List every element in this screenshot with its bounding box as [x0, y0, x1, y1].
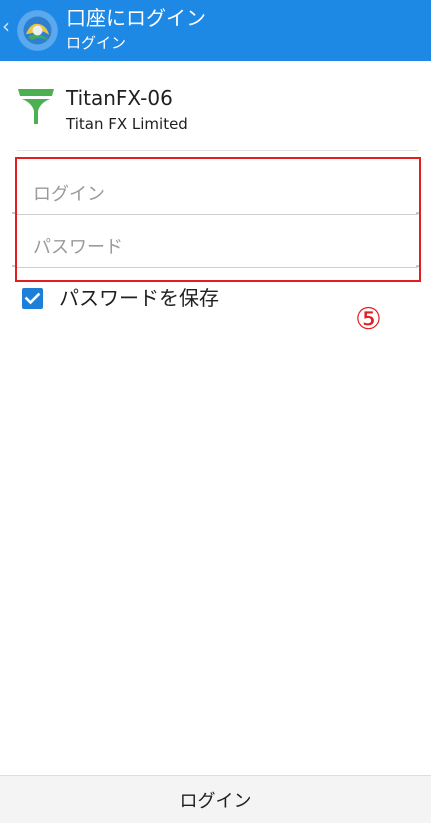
save-password-checkbox[interactable]: [22, 288, 43, 309]
titanfx-logo-icon: [17, 87, 55, 125]
step-number-annotation: ⑤: [355, 302, 382, 337]
login-input[interactable]: [17, 175, 418, 215]
page-title: 口座にログイン: [66, 6, 206, 30]
divider: [17, 150, 418, 151]
page-subtitle: ログイン: [66, 34, 127, 52]
metatrader-app-icon[interactable]: [17, 10, 58, 51]
company-name: Titan FX Limited: [66, 115, 188, 133]
field-edge-mark: [12, 212, 15, 214]
check-icon: [24, 292, 41, 305]
save-password-label[interactable]: パスワードを保存: [59, 285, 219, 311]
app-bar: ‹ 口座にログイン ログイン: [0, 0, 431, 61]
field-edge-mark: [416, 212, 419, 214]
field-edge-mark: [416, 265, 419, 267]
back-chevron-icon[interactable]: ‹: [2, 16, 10, 36]
field-edge-mark: [12, 265, 15, 267]
password-input[interactable]: [17, 228, 418, 268]
login-screen: ‹ 口座にログイン ログイン TitanFX-06 Titan FX Limit…: [0, 0, 431, 823]
server-name: TitanFX-06: [66, 86, 173, 110]
login-button[interactable]: ログイン: [0, 776, 431, 823]
bottom-action-bar: ログイン: [0, 775, 431, 823]
